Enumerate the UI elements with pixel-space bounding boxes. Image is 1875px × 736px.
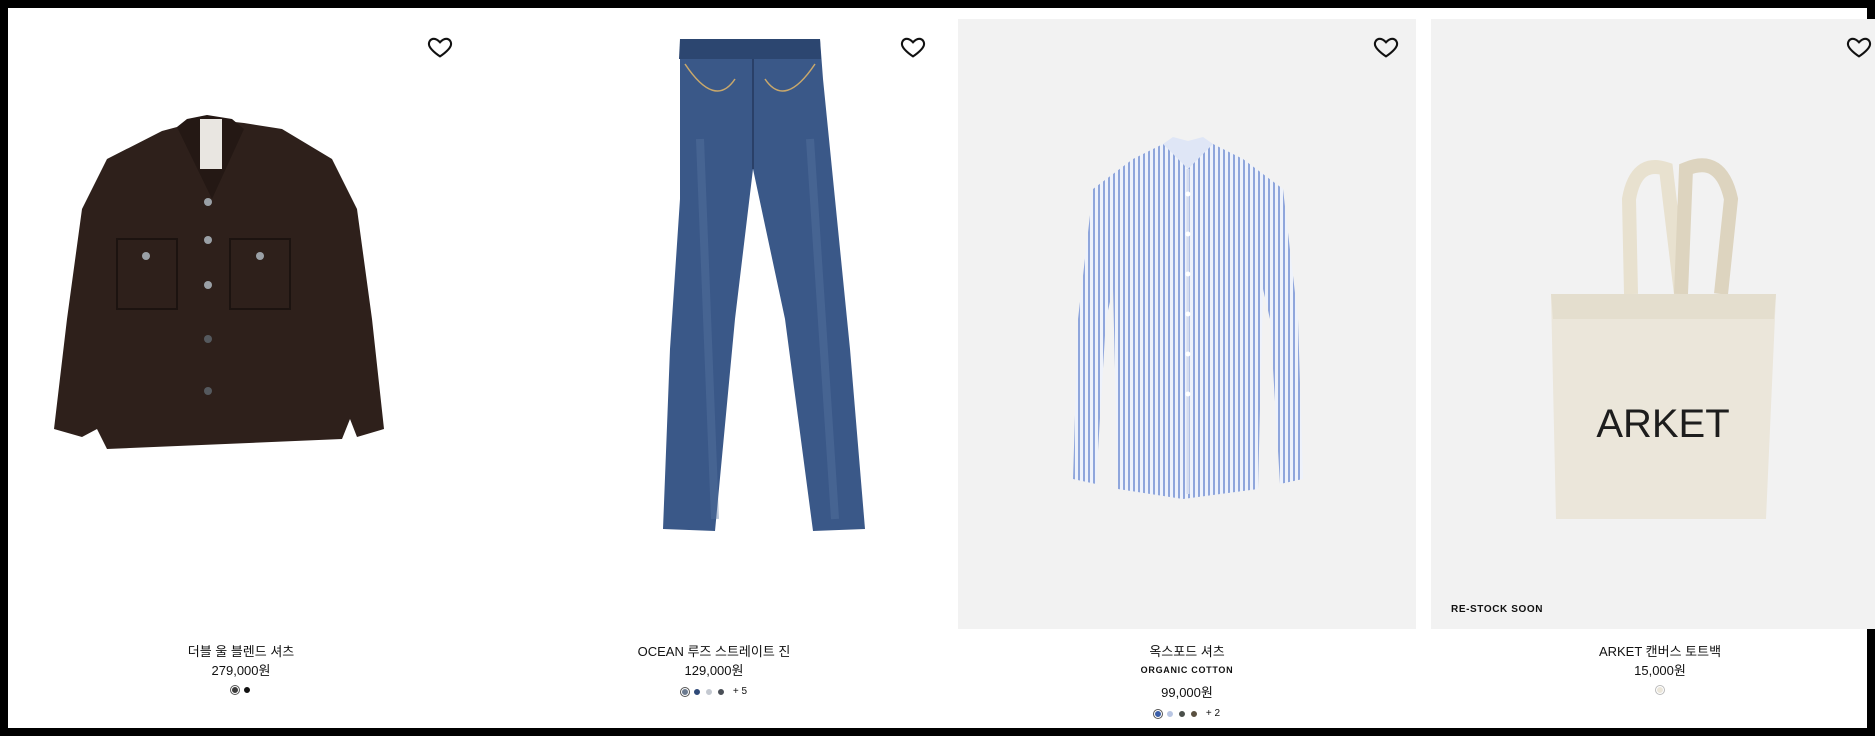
product-tag: ORGANIC COTTON <box>1140 665 1234 675</box>
product-card[interactable]: 옥스포드 셔츠 ORGANIC COTTON 99,000원 + 2 <box>958 19 1416 719</box>
color-swatch[interactable] <box>692 687 701 696</box>
product-grid-frame: 더블 울 블렌드 셔츠 279,000원 OCEAN 루즈 스트레이트 진 12… <box>8 8 1875 728</box>
product-image[interactable] <box>485 19 943 629</box>
wishlist-heart-icon[interactable] <box>426 33 454 61</box>
color-swatches: + 5 <box>485 686 943 697</box>
product-price: 99,000원 <box>1161 685 1213 700</box>
color-swatch[interactable] <box>1152 708 1163 719</box>
color-swatch[interactable] <box>716 687 725 696</box>
bag-print-text: ARKET <box>1596 402 1729 446</box>
color-swatch[interactable] <box>1165 709 1174 718</box>
color-swatch[interactable] <box>243 686 251 694</box>
color-swatch[interactable] <box>1189 709 1198 718</box>
more-colors-count[interactable]: + 2 <box>1206 708 1220 719</box>
product-grid: 더블 울 블렌드 셔츠 279,000원 OCEAN 루즈 스트레이트 진 12… <box>12 19 1875 719</box>
product-card[interactable]: ARKET RE-STOCK SOON ARKET 캔버스 토트백 15,000… <box>1431 19 1875 719</box>
product-price: 15,000원 <box>1634 663 1686 678</box>
product-price: 279,000원 <box>211 663 271 678</box>
color-swatch[interactable] <box>1655 685 1665 695</box>
product-price: 129,000원 <box>684 663 744 678</box>
more-colors-count[interactable]: + 5 <box>733 686 747 697</box>
jeans-image <box>663 39 865 531</box>
wishlist-heart-icon[interactable] <box>899 33 927 61</box>
product-info: ARKET 캔버스 토트백 15,000원 <box>1431 629 1875 695</box>
product-name[interactable]: OCEAN 루즈 스트레이트 진 <box>485 643 943 661</box>
wishlist-heart-icon[interactable] <box>1372 33 1400 61</box>
color-swatch[interactable] <box>679 686 690 697</box>
tote-bag-image: ARKET <box>1551 158 1776 519</box>
wishlist-heart-icon[interactable] <box>1845 33 1873 61</box>
product-info: 옥스포드 셔츠 ORGANIC COTTON 99,000원 + 2 <box>958 629 1416 719</box>
shirt-image <box>1073 137 1303 499</box>
product-image[interactable] <box>958 19 1416 629</box>
color-swatch[interactable] <box>704 687 713 696</box>
color-swatches: + 2 <box>958 708 1416 719</box>
product-name[interactable]: 옥스포드 셔츠 <box>958 643 1416 661</box>
color-swatch[interactable] <box>1177 709 1186 718</box>
product-image[interactable]: ARKET RE-STOCK SOON <box>1431 19 1875 629</box>
product-info: OCEAN 루즈 스트레이트 진 129,000원 + 5 <box>485 629 943 697</box>
restock-badge: RE-STOCK SOON <box>1451 604 1544 615</box>
color-swatches <box>1431 685 1875 695</box>
product-name[interactable]: ARKET 캔버스 토트백 <box>1431 643 1875 661</box>
product-card[interactable]: OCEAN 루즈 스트레이트 진 129,000원 + 5 <box>485 19 943 719</box>
color-swatches <box>12 685 470 695</box>
product-card[interactable]: 더블 울 블렌드 셔츠 279,000원 <box>12 19 470 719</box>
color-swatch[interactable] <box>230 685 240 695</box>
product-name[interactable]: 더블 울 블렌드 셔츠 <box>12 643 470 661</box>
jacket-image <box>54 115 384 449</box>
product-image[interactable] <box>12 19 470 629</box>
product-info: 더블 울 블렌드 셔츠 279,000원 <box>12 629 470 695</box>
